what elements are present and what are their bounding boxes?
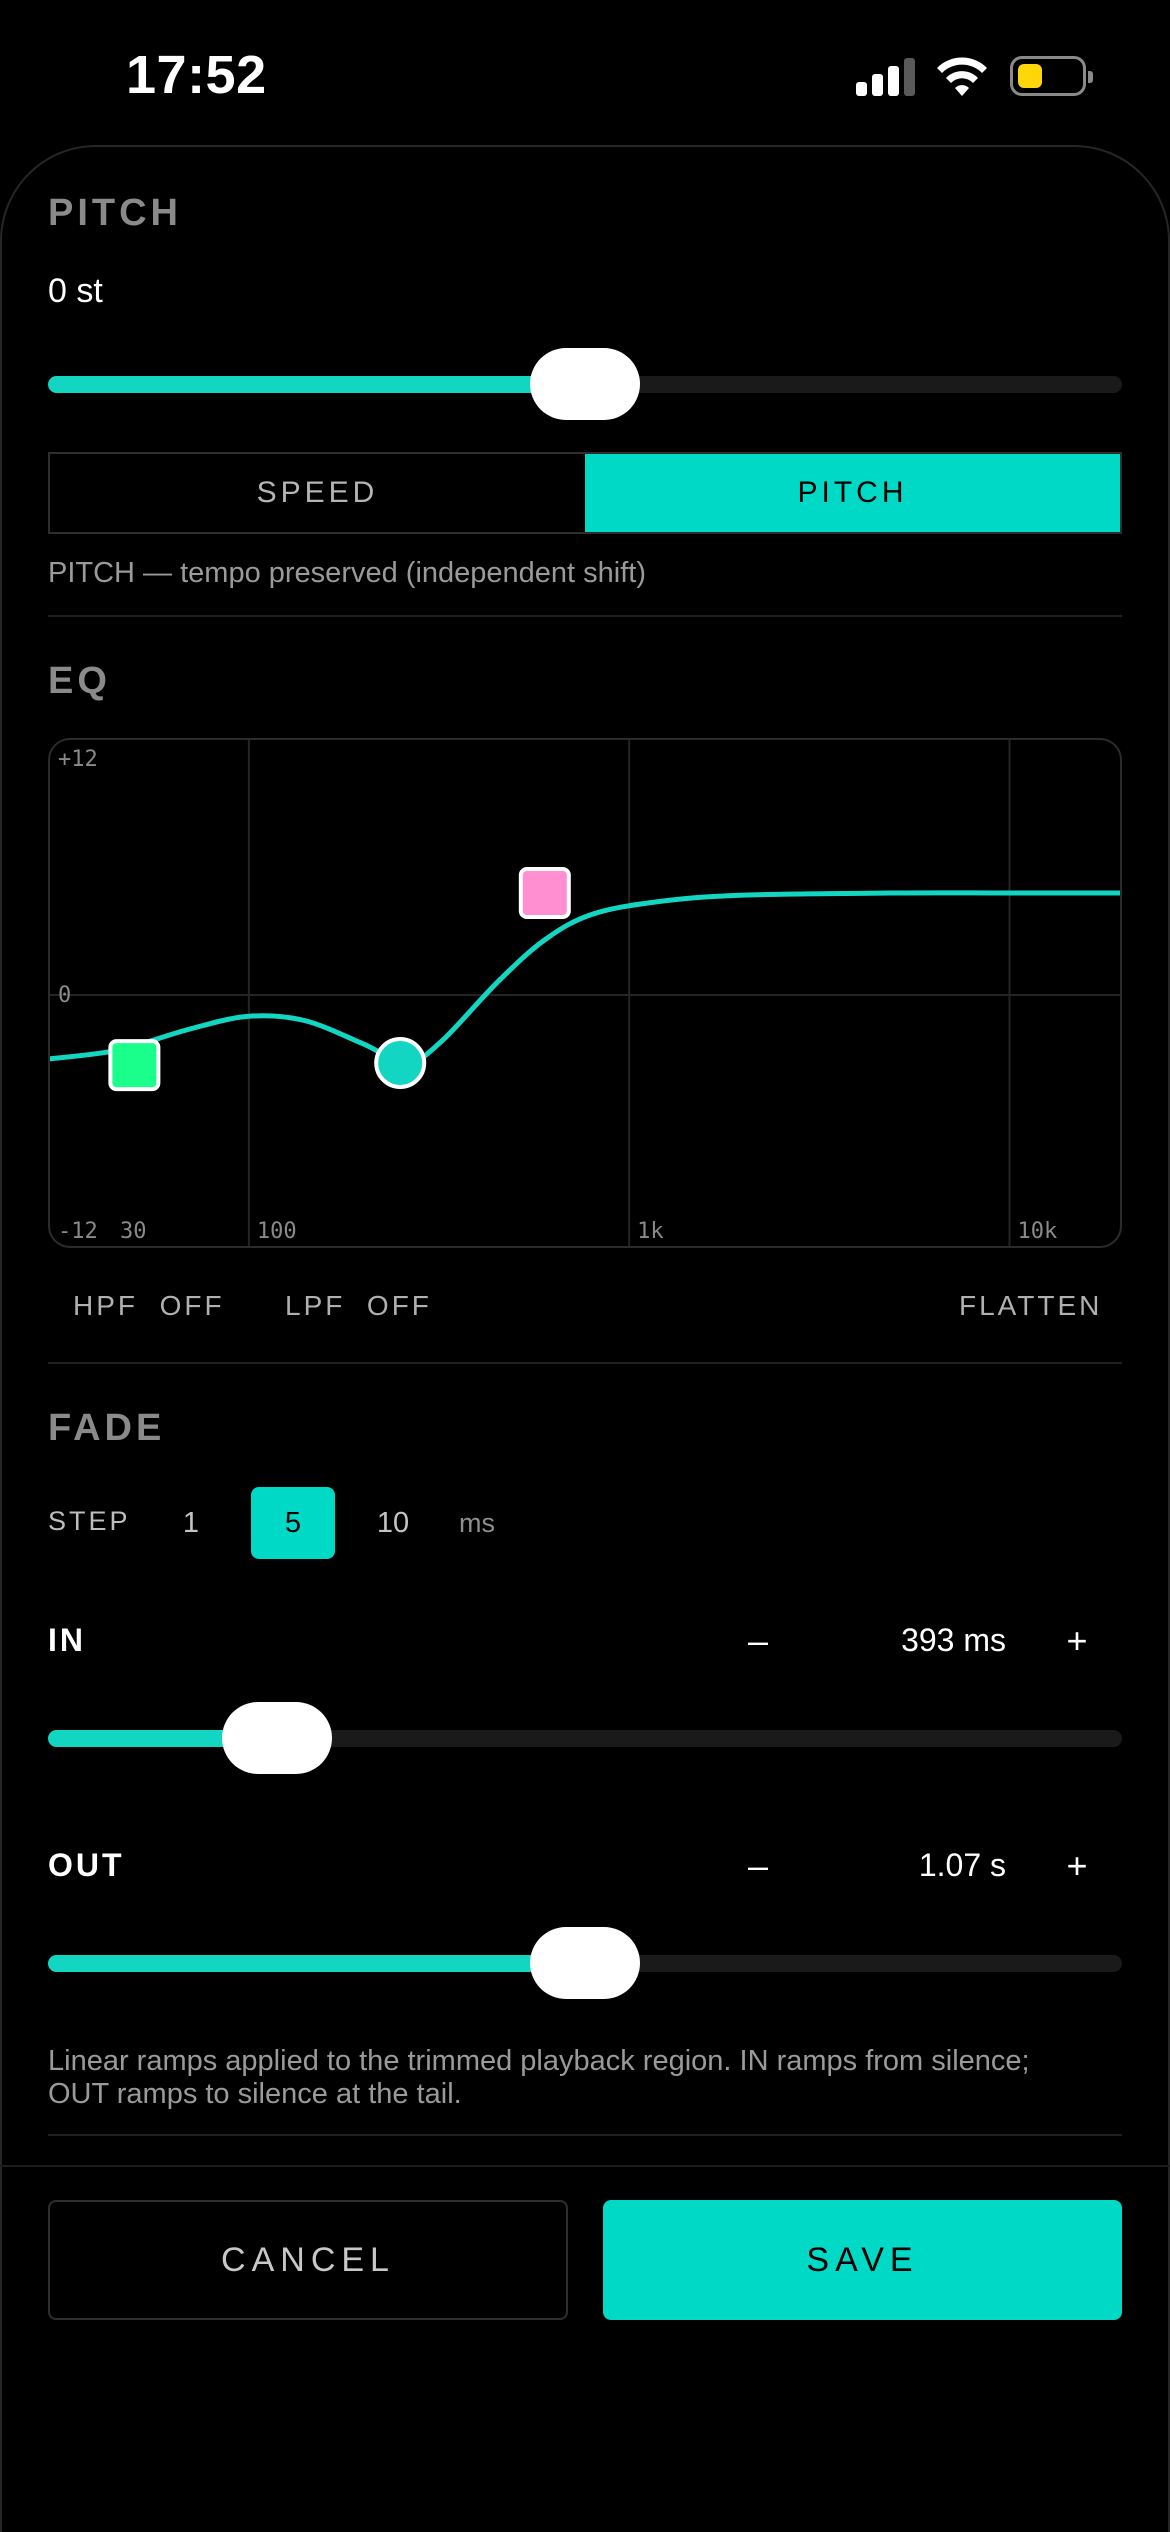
fade-out-increment-button[interactable]: + xyxy=(1057,1845,1097,1887)
fade-caption-line-1: Linear ramps applied to the trimmed play… xyxy=(48,2045,1030,2077)
mode-speed-button[interactable]: SPEED xyxy=(50,454,585,532)
hpf-toggle[interactable]: HPF OFF xyxy=(73,1290,225,1322)
fade-out-label: OUT xyxy=(48,1847,125,1883)
eq-node-high[interactable] xyxy=(518,867,571,919)
fade-in-slider[interactable] xyxy=(48,1702,1122,1774)
hpf-value: OFF xyxy=(159,1290,225,1321)
divider xyxy=(48,615,1122,617)
status-time: 17:52 xyxy=(126,45,267,105)
cellular-signal-icon xyxy=(856,58,916,96)
eq-x-label: 100 xyxy=(257,1219,297,1244)
step-unit: ms xyxy=(459,1507,495,1538)
lpf-toggle[interactable]: LPF OFF xyxy=(285,1290,432,1322)
eq-x-label: 1k xyxy=(637,1219,664,1244)
fade-section-title: FADE xyxy=(48,1407,166,1449)
footer-divider xyxy=(0,2165,1170,2167)
step-option-10[interactable]: 10 xyxy=(368,1487,418,1559)
cancel-button[interactable]: CANCEL xyxy=(48,2200,568,2320)
fade-out-slider-fill xyxy=(48,1955,585,1972)
eq-response-curve xyxy=(50,890,1120,1066)
hpf-label: HPF xyxy=(73,1290,138,1321)
eq-y-label-zero: 0 xyxy=(58,983,71,1008)
status-bar: 17:52 xyxy=(0,0,1170,150)
mode-pitch-button[interactable]: PITCH xyxy=(585,454,1120,532)
step-label: STEP xyxy=(48,1506,131,1536)
lpf-value: OFF xyxy=(366,1290,432,1321)
pitch-slider-thumb[interactable] xyxy=(530,348,640,420)
wifi-icon xyxy=(935,56,989,98)
eq-graph-canvas[interactable]: +12 0 -12 30 100 1k 10k xyxy=(50,740,1122,1248)
pitch-slider-fill xyxy=(48,376,585,393)
fade-in-label: IN xyxy=(48,1622,86,1658)
fade-out-value: 1.07 s xyxy=(918,1847,1006,1883)
pitch-section-title: PITCH xyxy=(48,192,182,234)
fade-out-decrement-button[interactable]: – xyxy=(738,1845,778,1887)
fade-out-slider[interactable] xyxy=(48,1927,1122,1999)
fade-in-slider-thumb[interactable] xyxy=(221,1702,332,1774)
eq-y-label-top: +12 xyxy=(58,747,98,772)
fade-out-slider-thumb[interactable] xyxy=(530,1927,640,1999)
pitch-value: 0 st xyxy=(48,272,103,310)
lpf-label: LPF xyxy=(285,1290,346,1321)
mode-segmented-control: SPEED PITCH xyxy=(48,452,1122,534)
eq-y-label-bottom: -12 xyxy=(58,1219,98,1244)
fade-in-decrement-button[interactable]: – xyxy=(738,1620,778,1662)
eq-node-low[interactable] xyxy=(108,1039,161,1092)
fade-caption-line-2: OUT ramps to silence at the tail. xyxy=(48,2078,462,2110)
eq-x-label: 10k xyxy=(1018,1219,1058,1244)
save-button[interactable]: SAVE xyxy=(603,2200,1122,2320)
eq-section-title: EQ xyxy=(48,660,111,702)
mode-caption: PITCH — tempo preserved (independent shi… xyxy=(48,557,646,589)
divider xyxy=(48,2134,1122,2136)
eq-graph[interactable]: +12 0 -12 30 100 1k 10k xyxy=(48,738,1122,1248)
pitch-slider[interactable] xyxy=(48,348,1122,420)
eq-node-mid[interactable] xyxy=(374,1037,427,1089)
eq-x-label: 30 xyxy=(120,1219,147,1244)
battery-icon xyxy=(1010,56,1093,96)
fade-in-value: 393 ms xyxy=(901,1622,1006,1658)
step-option-1[interactable]: 1 xyxy=(166,1487,216,1559)
flatten-button[interactable]: FLATTEN xyxy=(959,1290,1102,1322)
step-option-5[interactable]: 5 xyxy=(251,1487,335,1559)
fade-in-increment-button[interactable]: + xyxy=(1057,1620,1097,1662)
divider xyxy=(48,1362,1122,1364)
